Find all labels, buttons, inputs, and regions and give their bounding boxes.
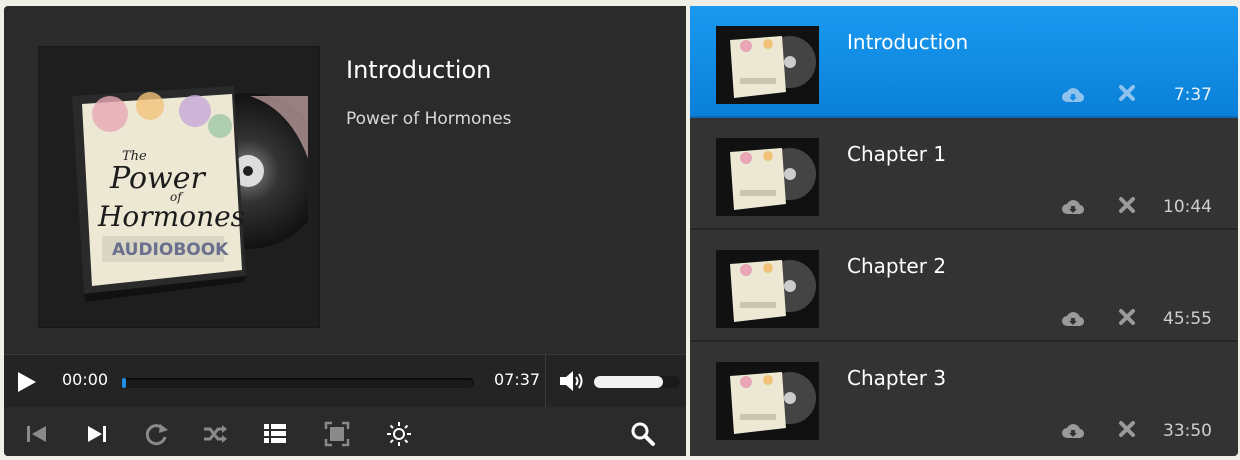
remove-icon[interactable]: [1118, 196, 1136, 214]
album-art-word-2: Power: [109, 161, 206, 196]
brightness-icon[interactable]: [386, 421, 412, 447]
album-art-word-5: AUDIOBOOK: [112, 240, 229, 260]
playlist-icon[interactable]: [262, 421, 288, 447]
player-toolbar: [4, 407, 686, 456]
remove-icon[interactable]: [1118, 84, 1136, 102]
now-playing-title: Introduction: [346, 56, 492, 84]
download-icon[interactable]: [1062, 86, 1084, 104]
track-title: Introduction: [847, 30, 969, 54]
track-thumbnail: [716, 250, 819, 328]
track-title: Chapter 1: [847, 142, 947, 166]
album-art-word-4: Hormones: [97, 200, 245, 233]
play-icon[interactable]: [18, 372, 36, 392]
skip-back-icon[interactable]: [24, 421, 50, 447]
download-icon[interactable]: [1062, 310, 1084, 328]
volume-slider[interactable]: [594, 376, 680, 388]
album-art-frame: The Power of Hormones AUDIOBOOK: [38, 46, 320, 328]
audio-player: The Power of Hormones AUDIOBOOK Introduc…: [4, 6, 686, 456]
track-duration: 45:55: [1163, 309, 1212, 329]
track-title: Chapter 2: [847, 254, 947, 278]
track-thumbnail: [716, 138, 819, 216]
volume-fill: [594, 376, 663, 388]
playlist: Introduction 7:37 Chapter 1 10:44 Chapte…: [690, 6, 1238, 456]
album-art: The Power of Hormones AUDIOBOOK: [72, 86, 308, 302]
shuffle-icon[interactable]: [202, 421, 228, 447]
current-time: 00:00: [62, 370, 109, 389]
track-thumbnail: [716, 362, 819, 440]
track-duration: 33:50: [1163, 421, 1212, 441]
volume-icon[interactable]: [560, 370, 586, 392]
divider: [545, 355, 546, 407]
fullscreen-icon[interactable]: [324, 421, 350, 447]
track-duration: 7:37: [1173, 85, 1212, 105]
playlist-item[interactable]: Introduction 7:37: [690, 6, 1238, 118]
track-thumbnail: [716, 26, 819, 104]
playlist-item[interactable]: Chapter 3 33:50: [690, 342, 1238, 452]
remove-icon[interactable]: [1118, 308, 1136, 326]
playback-controls: 00:00 07:37: [4, 354, 686, 408]
progress-bar[interactable]: [122, 378, 474, 388]
skip-forward-icon[interactable]: [84, 421, 110, 447]
track-duration: 07:37: [494, 370, 541, 389]
search-icon[interactable]: [630, 421, 656, 447]
track-title: Chapter 3: [847, 366, 947, 390]
playlist-item[interactable]: Chapter 2 45:55: [690, 230, 1238, 342]
progress-fill: [122, 378, 127, 388]
repeat-icon[interactable]: [144, 421, 170, 447]
playlist-item[interactable]: Chapter 1 10:44: [690, 118, 1238, 230]
download-icon[interactable]: [1062, 198, 1084, 216]
now-playing-artist: Power of Hormones: [346, 109, 512, 129]
track-duration: 10:44: [1163, 197, 1212, 217]
remove-icon[interactable]: [1118, 420, 1136, 438]
download-icon[interactable]: [1062, 422, 1084, 440]
